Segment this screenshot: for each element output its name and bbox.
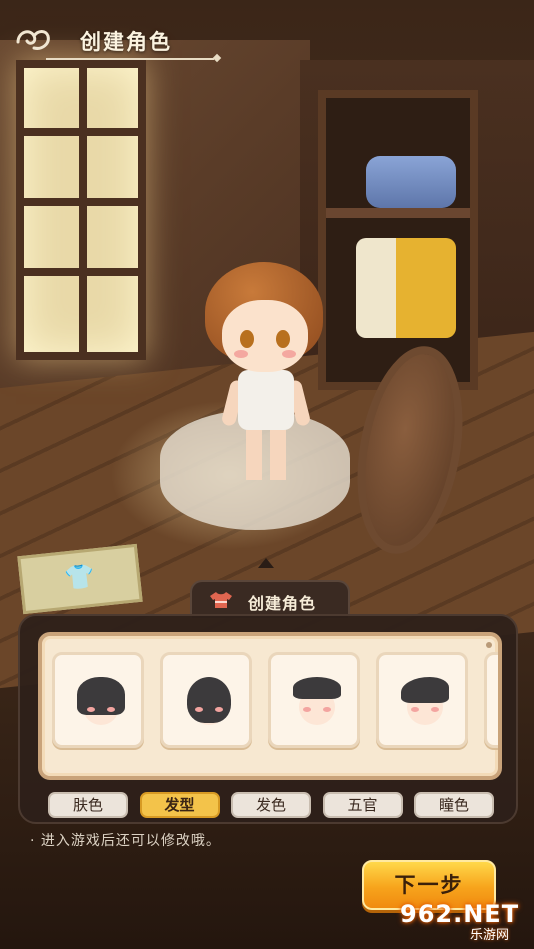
customization-panel: 肤色 发型 发色 五官 瞳色 <box>18 614 518 824</box>
panel-title: 创建角色 <box>248 594 317 613</box>
folded-blanket <box>366 156 456 208</box>
watermark-subtitle: 乐游网 <box>470 928 510 943</box>
panel-title-tab: 创建角色 <box>190 580 350 618</box>
character-body <box>238 370 294 430</box>
hairstyle-option-2[interactable] <box>160 652 252 748</box>
hairstyle-option-4[interactable] <box>376 652 468 748</box>
wardrobe <box>318 90 478 390</box>
hint-text: · 进入游戏后还可以修改哦。 <box>30 833 221 849</box>
hairstyle-1-icon <box>75 673 127 729</box>
character-blush <box>234 350 248 358</box>
page-title: 创建角色 <box>80 30 172 54</box>
character-blush <box>282 350 296 358</box>
scroll-indicator <box>486 642 492 648</box>
box-shirt-icon: 👕 <box>63 561 97 593</box>
tab-hair-color[interactable]: 发色 <box>231 792 311 818</box>
hairstyle-option-5-partial[interactable] <box>484 652 498 748</box>
tab-facial-features[interactable]: 五官 <box>322 792 403 818</box>
tab-eye-color[interactable]: 瞳色 <box>414 792 494 818</box>
page-header: 创建角色 <box>0 18 260 66</box>
hairstyle-3-icon <box>291 673 343 729</box>
character-legs <box>246 430 286 480</box>
tab-hairstyle[interactable]: 发型 <box>139 792 220 818</box>
character-eye <box>276 330 290 348</box>
character-eye <box>240 330 254 348</box>
hanging-clothes <box>356 238 456 338</box>
hairstyle-option-3[interactable] <box>268 652 360 748</box>
hairstyle-option-1[interactable] <box>52 652 144 748</box>
hairstyle-options[interactable] <box>52 652 498 756</box>
hairstyle-4-icon <box>399 673 451 729</box>
sunlit-window <box>16 60 146 360</box>
shirt-icon <box>208 591 234 609</box>
hairstyle-2-icon <box>183 673 235 729</box>
category-tabs: 肤色 发型 发色 五官 瞳色 <box>48 792 494 818</box>
player-character[interactable] <box>200 262 330 492</box>
character-face <box>222 300 308 372</box>
header-underline <box>46 58 214 60</box>
site-watermark: 962.NET 乐游网 <box>400 898 530 944</box>
options-frame <box>38 632 502 780</box>
tab-skin-color[interactable]: 肤色 <box>48 792 128 818</box>
swirl-emblem-icon <box>14 24 52 58</box>
panel-pointer <box>258 558 274 568</box>
